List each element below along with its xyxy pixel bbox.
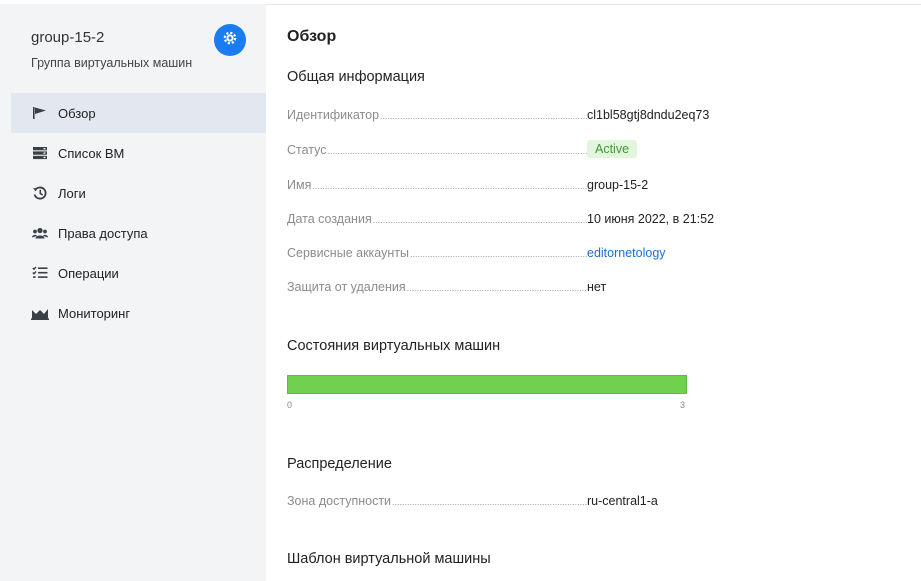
created-at-value: 10 июня 2022, в 21:52 xyxy=(587,212,715,226)
info-row-status: Статус Active xyxy=(287,140,727,161)
info-row-service-accounts: Сервисные аккаунты editornetology xyxy=(287,246,727,264)
bar-min-label: 0 xyxy=(287,400,293,410)
sidebar-item-logs[interactable]: Логи xyxy=(11,173,266,213)
sidebar-item-label: Операции xyxy=(58,265,119,281)
info-label: Дата создания xyxy=(287,212,587,226)
general-info-heading: Общая информация xyxy=(287,69,425,85)
settings-button[interactable] xyxy=(214,24,246,56)
info-label: Сервисные аккаунты xyxy=(287,246,587,260)
info-row-id: Идентификатор cl1bl58gtj8dndu2eq73 xyxy=(287,108,727,126)
info-label: Статус xyxy=(287,143,587,157)
sidebar-item-access[interactable]: Права доступа xyxy=(11,213,266,253)
service-account-link[interactable]: editornetology xyxy=(587,246,666,260)
zone-value: ru-central1-a xyxy=(587,494,658,508)
flag-icon xyxy=(31,105,49,121)
sidebar-item-label: Права доступа xyxy=(58,225,148,241)
sidebar-item-vm-list[interactable]: Список ВМ xyxy=(11,133,266,173)
vm-states-bar-running[interactable] xyxy=(287,375,687,394)
sidebar-item-operations[interactable]: Операции xyxy=(11,253,266,293)
group-title: group-15-2 xyxy=(31,29,105,46)
info-label: Защита от удаления xyxy=(287,280,587,294)
area-chart-icon xyxy=(31,305,49,321)
instance-group-id: cl1bl58gtj8dndu2eq73 xyxy=(587,108,710,122)
sidebar-item-label: Обзор xyxy=(58,105,96,121)
group-name-value: group-15-2 xyxy=(587,178,649,192)
info-row-name: Имя group-15-2 xyxy=(287,178,727,196)
server-list-icon xyxy=(31,145,49,161)
sidebar-item-label: Список ВМ xyxy=(58,145,125,161)
sidebar-item-monitoring[interactable]: Мониторинг xyxy=(11,293,266,333)
info-label: Идентификатор xyxy=(287,108,587,122)
main-content: Обзор Общая информация Идентификатор cl1… xyxy=(287,0,921,581)
vm-states-bar[interactable] xyxy=(287,375,687,394)
checklist-icon xyxy=(31,265,49,281)
info-label: Зона доступности xyxy=(287,494,587,508)
info-row-zone: Зона доступности ru-central1-a xyxy=(287,494,727,512)
history-icon xyxy=(31,185,49,201)
info-row-created: Дата создания 10 июня 2022, в 21:52 xyxy=(287,212,727,230)
sidebar-item-label: Логи xyxy=(58,185,86,201)
sidebar: group-15-2 Группа виртуальных машин Обзо… xyxy=(0,4,266,581)
vm-states-heading: Состояния виртуальных машин xyxy=(287,338,501,354)
sidebar-nav: Обзор Список ВМ Логи Права доступа Опера… xyxy=(11,93,266,333)
bar-max-label: 3 xyxy=(680,400,686,410)
group-subtitle: Группа виртуальных машин xyxy=(31,56,193,70)
vm-template-heading: Шаблон виртуальной машины xyxy=(287,551,491,567)
page-title: Обзор xyxy=(287,28,337,45)
distribution-heading: Распределение xyxy=(287,456,392,472)
sidebar-item-label: Мониторинг xyxy=(58,305,131,321)
deletion-protection-value: нет xyxy=(587,280,607,294)
users-icon xyxy=(31,225,49,241)
gear-icon xyxy=(222,30,238,51)
sidebar-item-overview[interactable]: Обзор xyxy=(11,93,266,133)
info-label: Имя xyxy=(287,178,587,192)
info-row-deletion-protection: Защита от удаления нет xyxy=(287,280,727,298)
status-badge: Active xyxy=(587,140,638,158)
